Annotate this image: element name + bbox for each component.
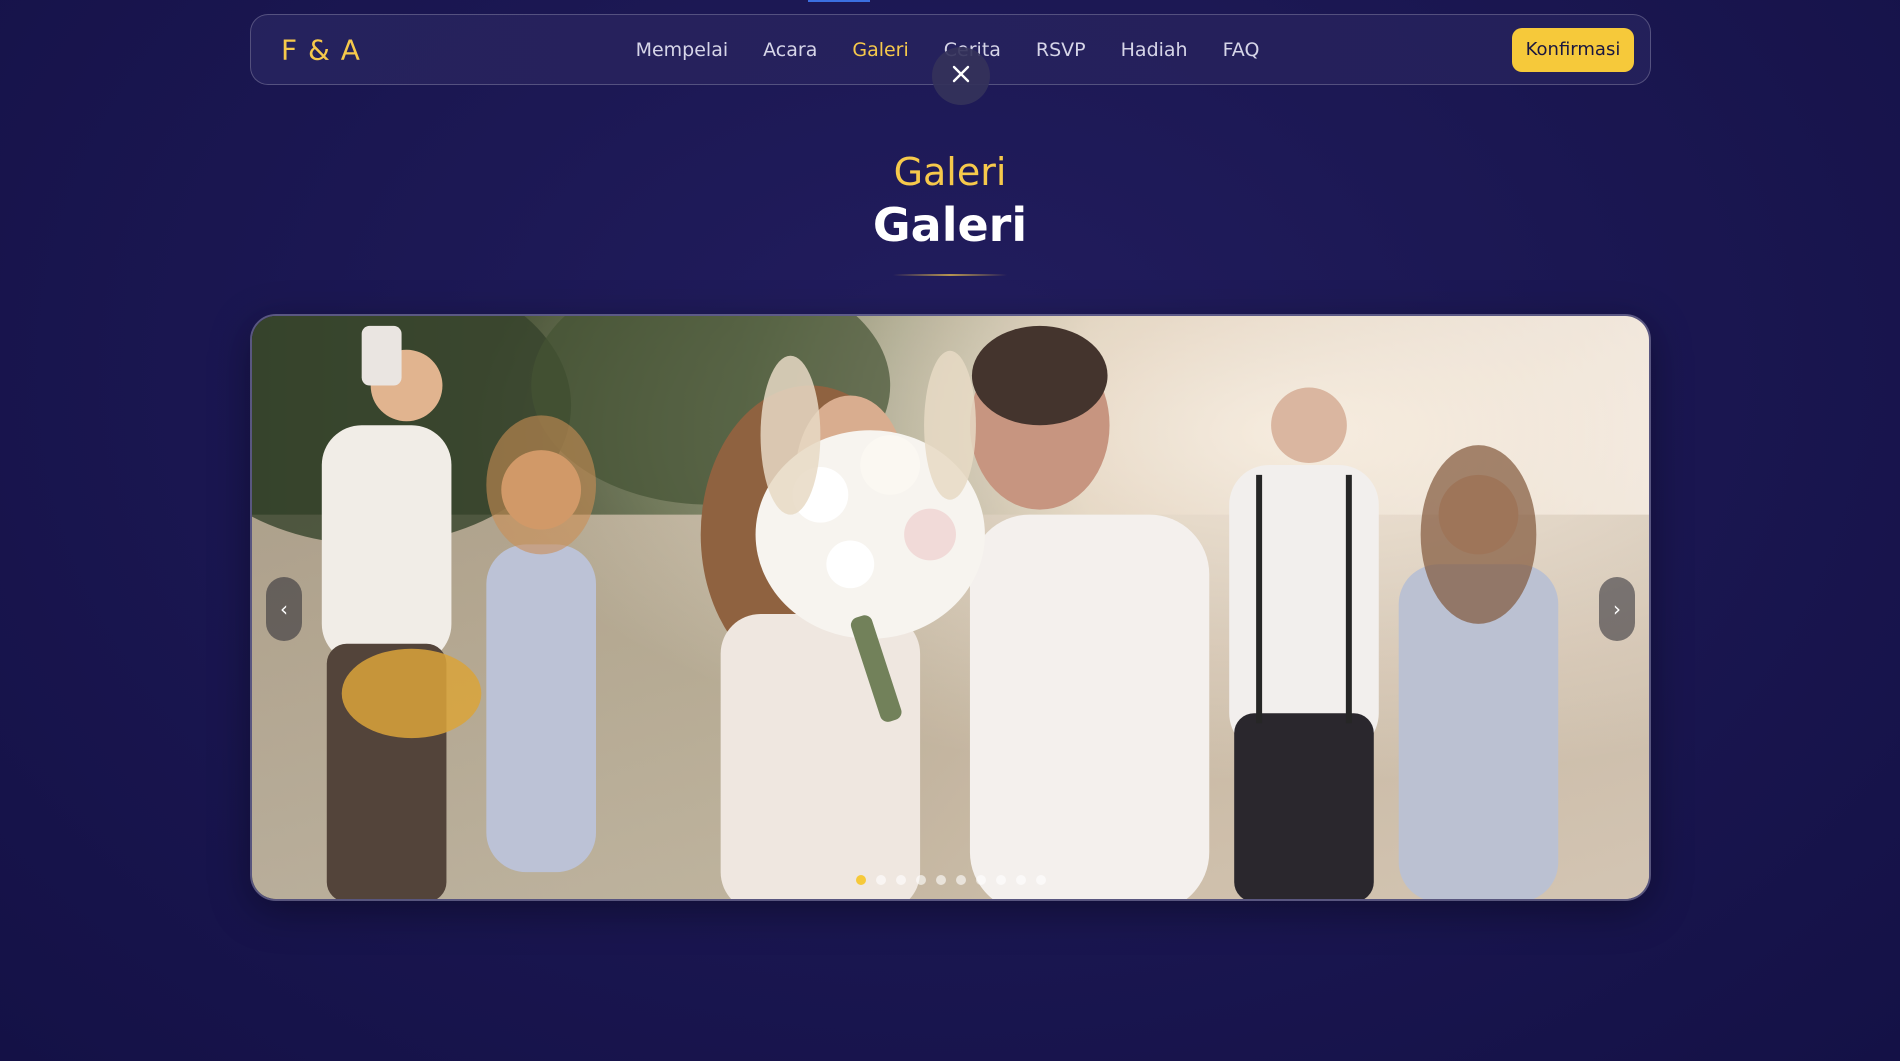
title-divider — [893, 274, 1007, 276]
carousel-dot-5[interactable] — [935, 875, 946, 885]
carousel-dot-3[interactable] — [895, 875, 906, 885]
carousel-dot-2[interactable] — [875, 875, 886, 885]
scroll-progress-indicator — [808, 0, 870, 2]
carousel-dots — [252, 875, 1649, 885]
nav-link-rsvp[interactable]: RSVP — [1036, 39, 1086, 61]
carousel-dot-4[interactable] — [915, 875, 926, 885]
nav-link-faq[interactable]: FAQ — [1223, 39, 1260, 61]
section-kicker: Galeri — [893, 150, 1007, 194]
carousel-next-button[interactable]: › — [1599, 577, 1635, 641]
carousel-dot-7[interactable] — [975, 875, 986, 885]
nav-link-mempelai[interactable]: Mempelai — [636, 39, 729, 61]
gallery-photo — [252, 316, 1649, 899]
carousel-dot-6[interactable] — [955, 875, 966, 885]
close-icon — [951, 64, 971, 88]
nav-link-galeri[interactable]: Galeri — [852, 39, 908, 61]
nav-link-acara[interactable]: Acara — [763, 39, 817, 61]
carousel-dot-8[interactable] — [995, 875, 1006, 885]
section-title: Galeri — [872, 198, 1028, 252]
konfirmasi-button[interactable]: Konfirmasi — [1512, 27, 1634, 72]
gallery-carousel: ‹ › — [250, 314, 1651, 901]
nav-link-hadiah[interactable]: Hadiah — [1121, 39, 1188, 61]
close-button[interactable] — [932, 47, 990, 105]
carousel-dot-9[interactable] — [1015, 875, 1026, 885]
carousel-prev-button[interactable]: ‹ — [266, 577, 302, 641]
carousel-dot-10[interactable] — [1035, 875, 1046, 885]
carousel-dot-1[interactable] — [855, 875, 866, 885]
brand-logo[interactable]: F & A — [281, 33, 361, 66]
